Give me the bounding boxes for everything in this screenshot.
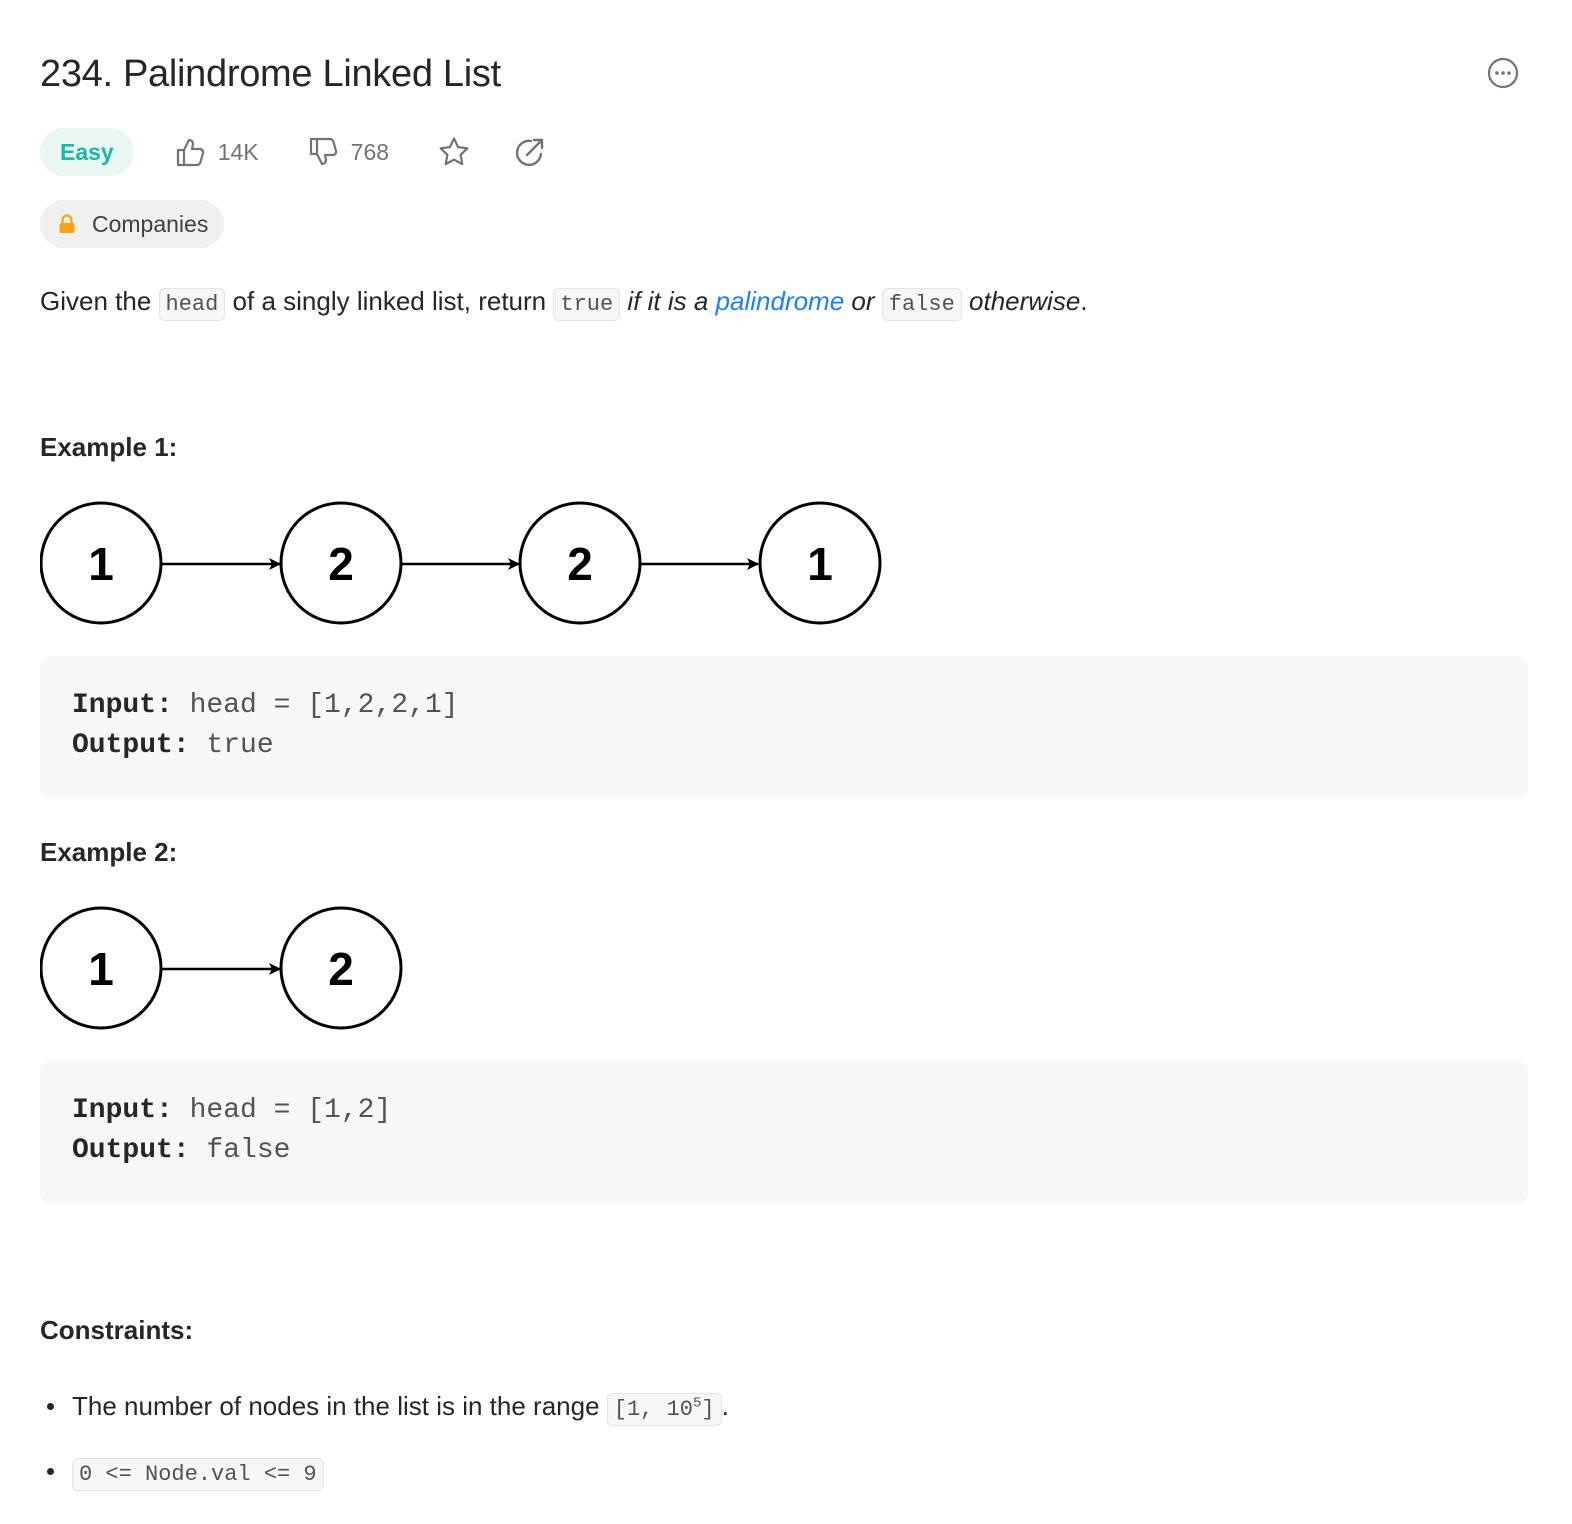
constraint-code: [1, 105]	[606, 1393, 722, 1426]
output-line: Output: true	[72, 730, 274, 761]
input-value: head = [1,2,2,1]	[172, 690, 459, 721]
constraints-list: The number of nodes in the list is in th…	[40, 1380, 729, 1492]
input-line: Input: head = [1,2,2,1]	[72, 690, 458, 721]
node-value: 2	[328, 943, 354, 995]
example-2-diagram: 1 2	[40, 906, 403, 1030]
favorite-button[interactable]	[437, 135, 471, 169]
more-options-button[interactable]	[1486, 56, 1520, 90]
like-count: 14K	[217, 138, 259, 165]
node-value: 1	[88, 943, 114, 995]
thumbs-down-icon	[309, 137, 337, 166]
lock-icon	[59, 214, 75, 233]
statement-italic: if it is a palindrome or	[620, 286, 882, 316]
code-true: true	[553, 288, 621, 321]
problem-title[interactable]: 234. Palindrome Linked List	[40, 48, 1528, 100]
input-label: Input:	[72, 1095, 173, 1126]
list-node: 1	[40, 501, 163, 625]
companies-tag[interactable]: Companies	[40, 200, 225, 248]
code-false: false	[881, 288, 962, 321]
output-label: Output:	[72, 1135, 190, 1166]
statement-text: Given the	[40, 286, 159, 316]
companies-label: Companies	[92, 210, 209, 237]
problem-statement: Given the head of a singly linked list, …	[40, 280, 1088, 326]
list-node: 1	[40, 906, 163, 1030]
statement-text: of a singly linked list, return	[225, 286, 554, 316]
example-1-codeblock: Input: head = [1,2,2,1] Output: true	[40, 656, 1528, 799]
difficulty-badge: Easy	[40, 128, 134, 176]
output-value: false	[189, 1135, 291, 1166]
node-value: 1	[88, 538, 114, 590]
node-value: 2	[567, 538, 593, 590]
example-1-diagram: 1 2 2 1	[40, 501, 882, 625]
output-value: true	[189, 730, 274, 761]
node-value: 1	[807, 538, 833, 590]
constraint-item: 0 <= Node.val <= 9	[40, 1450, 729, 1492]
node-value: 2	[328, 538, 354, 590]
dislike-count: 768	[350, 138, 390, 165]
statement-italic: otherwise	[961, 286, 1081, 316]
statement-text: .	[1080, 286, 1088, 316]
list-node: 2	[279, 906, 403, 1030]
code-head: head	[158, 288, 226, 321]
star-icon	[439, 137, 469, 166]
output-label: Output:	[72, 730, 190, 761]
example-2-heading: Example 2:	[40, 837, 178, 867]
input-value: head = [1,2]	[172, 1095, 392, 1126]
example-1-heading: Example 1:	[40, 432, 178, 462]
output-line: Output: false	[72, 1135, 290, 1166]
list-node: 1	[758, 501, 882, 625]
like-button[interactable]: 14K	[174, 135, 259, 169]
input-line: Input: head = [1,2]	[72, 1095, 391, 1126]
share-button[interactable]	[513, 135, 547, 169]
palindrome-link[interactable]: palindrome	[716, 286, 845, 316]
constraints-heading: Constraints:	[40, 1315, 194, 1345]
code-part: ]	[701, 1397, 715, 1422]
title-row: 234. Palindrome Linked List	[40, 48, 1528, 100]
example-2-codeblock: Input: head = [1,2] Output: false	[40, 1061, 1528, 1204]
more-icon	[1487, 57, 1519, 89]
share-icon	[515, 138, 544, 167]
problem-meta-row: Easy 14K 768	[40, 128, 547, 176]
input-label: Input:	[72, 690, 173, 721]
dislike-button[interactable]: 768	[307, 135, 389, 169]
statement-text: or	[844, 286, 882, 316]
constraint-text: .	[721, 1391, 729, 1421]
code-part: [1, 10	[613, 1397, 693, 1422]
statement-text: if it is a	[620, 286, 716, 316]
list-node: 2	[279, 501, 403, 625]
constraint-text: The number of nodes in the list is in th…	[72, 1391, 607, 1421]
constraint-item: The number of nodes in the list is in th…	[40, 1380, 729, 1432]
constraint-code: 0 <= Node.val <= 9	[72, 1458, 324, 1491]
list-node: 2	[518, 501, 642, 625]
thumbs-up-icon	[176, 138, 204, 167]
